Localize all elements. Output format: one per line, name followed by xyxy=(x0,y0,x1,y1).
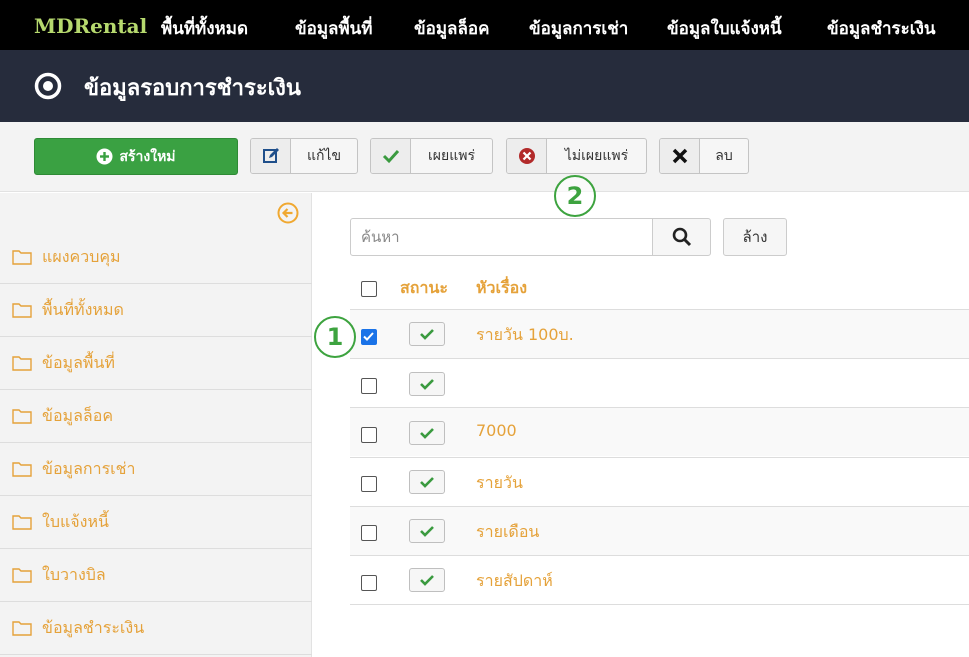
plus-circle-icon xyxy=(96,148,113,165)
checkmark-icon xyxy=(363,332,374,341)
search-button[interactable] xyxy=(652,218,711,256)
sidebar-item-billing[interactable]: ใบวางบิล xyxy=(0,549,312,602)
published-status-button[interactable] xyxy=(409,470,445,494)
published-status-button[interactable] xyxy=(409,322,445,346)
published-status-button[interactable] xyxy=(409,568,445,592)
edit-icon xyxy=(251,139,291,173)
row-title-link[interactable]: 7000 xyxy=(476,421,517,440)
sidebar-item-label: แผงควบคุม xyxy=(42,246,121,266)
page-title: ข้อมูลรอบการชำระเงิน xyxy=(84,76,301,101)
nav-item-area-info[interactable]: ข้อมูลพื้นที่ xyxy=(295,15,373,42)
sidebar-item-label: ข้อมูลชำระเงิน xyxy=(42,617,145,637)
check-icon xyxy=(420,477,434,488)
target-icon xyxy=(34,72,62,100)
folder-icon xyxy=(12,409,32,424)
published-status-button[interactable] xyxy=(409,372,445,396)
sidebar-item-invoice[interactable]: ใบแจ้งหนี้ xyxy=(0,496,312,549)
step-marker-1: 1 xyxy=(314,316,356,358)
sidebar-item-rental-info[interactable]: ข้อมูลการเช่า xyxy=(0,443,312,496)
folder-icon xyxy=(12,462,32,477)
create-new-button[interactable]: สร้างใหม่ xyxy=(34,138,238,175)
nav-item-rental-info[interactable]: ข้อมูลการเช่า xyxy=(529,15,628,42)
row-checkbox[interactable] xyxy=(361,427,377,443)
clear-button[interactable]: ล้าง xyxy=(723,218,787,256)
row-title-link[interactable]: รายวัน 100บ. xyxy=(476,323,574,348)
search-icon xyxy=(672,227,691,247)
published-status-button[interactable] xyxy=(409,519,445,543)
close-icon xyxy=(660,139,700,173)
nav-item-all-areas[interactable]: พื้นที่ทั้งหมด xyxy=(161,15,248,42)
folder-icon xyxy=(12,568,32,583)
row-checkbox[interactable] xyxy=(361,525,377,541)
check-icon xyxy=(420,329,434,340)
sidebar-item-label: ข้อมูลล็อค xyxy=(42,405,114,425)
folder-icon xyxy=(12,356,32,371)
sidebar-item-label: ใบแจ้งหนี้ xyxy=(42,511,109,531)
sidebar-item-all-areas[interactable]: พื้นที่ทั้งหมด xyxy=(0,284,312,337)
row-title-link[interactable]: รายวัน xyxy=(476,471,523,496)
edit-label: แก้ไข xyxy=(306,148,342,164)
row-checkbox[interactable] xyxy=(361,575,377,591)
column-header-status[interactable]: สถานะ xyxy=(400,276,448,301)
nav-item-invoice-info[interactable]: ข้อมูลใบแจ้งหนี้ xyxy=(667,15,782,42)
row-checkbox[interactable] xyxy=(361,378,377,394)
check-icon xyxy=(420,575,434,586)
nav-item-lock-info[interactable]: ข้อมูลล็อค xyxy=(414,15,489,42)
check-icon xyxy=(420,526,434,537)
unpublish-button[interactable]: ไม่เผยแพร่ xyxy=(506,138,647,174)
select-all-checkbox[interactable] xyxy=(361,281,377,297)
published-status-button[interactable] xyxy=(409,421,445,445)
nav-item-payment-info[interactable]: ข้อมูลชำระเงิน xyxy=(827,15,936,42)
collapse-arrow-icon[interactable] xyxy=(277,202,299,224)
sidebar-item-area-info[interactable]: ข้อมูลพื้นที่ xyxy=(0,337,312,390)
row-checkbox[interactable] xyxy=(361,329,377,345)
folder-icon xyxy=(12,621,32,636)
delete-button[interactable]: ลบ xyxy=(659,138,749,174)
step-marker-2: 2 xyxy=(554,175,596,217)
brand-logo[interactable]: MDRental xyxy=(34,14,147,38)
folder-icon xyxy=(12,515,32,530)
check-icon xyxy=(371,139,411,173)
delete-label: ลบ xyxy=(715,148,733,164)
check-icon xyxy=(420,379,434,390)
row-title-link[interactable]: รายเดือน xyxy=(476,520,539,545)
row-checkbox[interactable] xyxy=(361,476,377,492)
create-new-label: สร้างใหม่ xyxy=(119,148,176,165)
sidebar-item-label: ข้อมูลการเช่า xyxy=(42,458,136,478)
column-header-title[interactable]: หัวเรื่อง xyxy=(476,276,527,301)
unpublish-label: ไม่เผยแพร่ xyxy=(564,148,629,164)
edit-button[interactable]: แก้ไข xyxy=(250,138,358,174)
cancel-circle-icon xyxy=(507,139,547,173)
publish-label: เผยแพร่ xyxy=(428,148,475,164)
sidebar-item-label: พื้นที่ทั้งหมด xyxy=(42,299,124,319)
folder-icon xyxy=(12,303,32,318)
table-bottom-border xyxy=(350,604,969,605)
row-title-link[interactable]: รายสัปดาห์ xyxy=(476,569,553,594)
publish-button[interactable]: เผยแพร่ xyxy=(370,138,493,174)
search-input[interactable] xyxy=(350,218,653,256)
sidebar-item-payment-info[interactable]: ข้อมูลชำระเงิน xyxy=(0,602,312,655)
check-icon xyxy=(420,428,434,439)
sidebar-item-dashboard[interactable]: แผงควบคุม xyxy=(0,231,312,284)
sidebar-item-label: ใบวางบิล xyxy=(42,564,106,584)
sidebar-item-label: ข้อมูลพื้นที่ xyxy=(42,352,115,372)
folder-icon xyxy=(12,250,32,265)
sidebar-item-lock-info[interactable]: ข้อมูลล็อค xyxy=(0,390,312,443)
